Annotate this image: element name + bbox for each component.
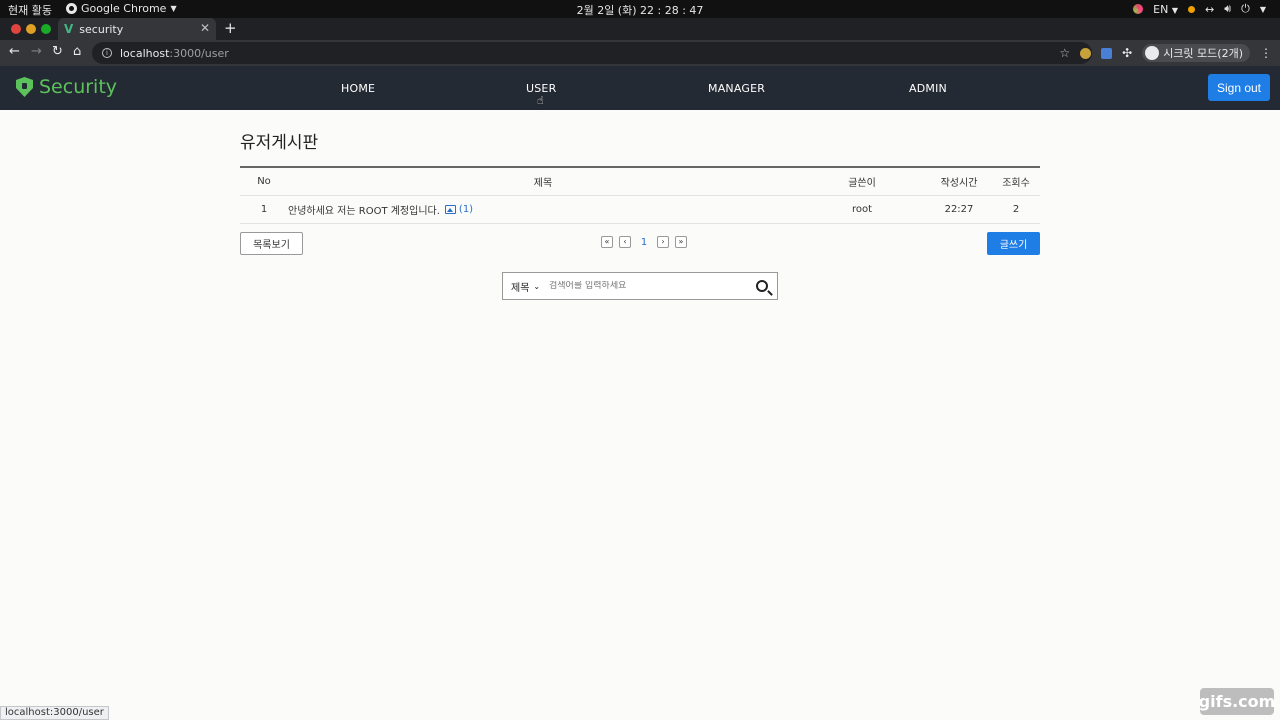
chevron-down-icon[interactable]: ▼ [1260,5,1266,14]
url-host: localhost [120,46,170,60]
cell-time: 22:27 [944,204,974,215]
watermark: gifs.com [1199,688,1275,715]
write-button[interactable]: 글쓰기 [987,232,1040,255]
address-bar[interactable]: i localhost:3000/user [92,42,1092,64]
last-page-button[interactable]: » [675,236,687,248]
os-top-bar: 현재 활동 Google Chrome ▼ 2월 2일 (화) 22 : 28 … [0,0,1280,18]
bookmark-star-icon[interactable]: ☆ [1059,46,1070,60]
home-icon[interactable]: ⌂ [73,44,81,59]
brand-name: Security [39,76,118,98]
status-bar-url: localhost:3000/user [0,706,109,720]
url-path: :3000/user [169,46,229,60]
close-window-icon[interactable] [11,24,21,34]
cell-writer: root [851,204,873,215]
header-time: 작성시간 [940,178,978,189]
search-field-select[interactable]: 제목 ⌄ [503,279,549,294]
activities-button[interactable]: 현재 활동 [8,2,52,18]
list-button[interactable]: 목록보기 [240,232,303,255]
search-button[interactable] [747,273,777,299]
power-icon[interactable]: ⏻ [1241,2,1250,16]
close-tab-icon[interactable]: ✕ [200,21,210,35]
incognito-icon [1145,46,1160,60]
minimize-window-icon[interactable] [26,24,36,34]
main-content: 유저게시판 No 제목 글쓴이 작성시간 조회수 1 안녕하세요 저는 ROOT… [240,128,1040,300]
hand-cursor-icon: ☝ [537,94,544,107]
next-page-button[interactable]: › [657,236,669,248]
extension-icon[interactable] [1080,47,1092,59]
tab-title: security [79,22,124,36]
notification-dot-icon [1187,5,1195,13]
back-icon[interactable]: ← [9,44,20,59]
info-icon[interactable]: i [102,48,112,58]
table-row[interactable]: 1 안녕하세요 저는 ROOT 계정입니다. (1) root 22:27 2 [240,196,1040,224]
menu-icon[interactable]: ⋮ [1260,46,1272,60]
app-navbar: Security HOME USER MANAGER ADMIN Sign ou… [0,66,1280,110]
nav-manager[interactable]: MANAGER [708,82,765,95]
pagination: « ‹ 1 › » [601,236,687,248]
cell-views: 2 [1012,204,1020,215]
search-form: 제목 ⌄ [502,272,778,300]
tab-strip: V security ✕ + [0,18,1280,40]
shield-icon [16,77,33,97]
brand-logo[interactable]: Security [16,76,117,98]
new-tab-button[interactable]: + [224,19,237,37]
cell-no: 1 [260,204,268,215]
post-title-link[interactable]: 안녕하세요 저는 ROOT 계정입니다. [288,202,440,217]
incognito-label: 시크릿 모드(2개) [1163,47,1243,60]
language-indicator[interactable]: EN ▼ [1153,3,1178,16]
forward-icon[interactable]: → [31,44,42,59]
page-number[interactable]: 1 [637,237,651,248]
first-page-button[interactable]: « [601,236,613,248]
browser-toolbar: ← → ↻ ⌂ i localhost:3000/user ☆ ✣ 시크릿 모드… [0,40,1280,66]
sign-out-button[interactable]: Sign out [1208,74,1270,101]
app-name: Google Chrome [81,2,167,15]
search-field-value: 제목 [511,282,530,294]
page-title: 유저게시판 [240,133,319,153]
volume-icon[interactable]: 🔊︎ [1224,2,1231,16]
header-views: 조회수 [1002,178,1030,189]
tab-security[interactable]: V security ✕ [58,18,216,40]
puzzle-extensions-icon[interactable]: ✣ [1122,46,1132,60]
language-label: EN [1153,2,1169,16]
chevron-down-icon: ▼ [1171,5,1178,15]
board-actions: 목록보기 « ‹ 1 › » 글쓰기 [240,232,1040,255]
table-header: No 제목 글쓴이 작성시간 조회수 [240,168,1040,196]
translate-extension-icon[interactable] [1101,47,1113,59]
reload-icon[interactable]: ↻ [52,44,63,59]
clock[interactable]: 2월 2일 (화) 22 : 28 : 47 [577,4,704,17]
chrome-icon [66,3,77,14]
nav-home[interactable]: HOME [341,82,375,95]
header-title: 제목 [533,178,553,189]
color-app-icon[interactable] [1133,4,1144,14]
prev-page-button[interactable]: ‹ [619,236,631,248]
nav-admin[interactable]: ADMIN [909,82,947,95]
header-no: No [257,176,271,187]
chevron-down-icon: ▼ [170,4,177,13]
incognito-indicator[interactable]: 시크릿 모드(2개) [1142,44,1250,62]
network-icon[interactable]: ↔ [1205,3,1214,16]
post-table: No 제목 글쓴이 작성시간 조회수 1 안녕하세요 저는 ROOT 계정입니다… [240,166,1040,224]
image-attachment-icon [444,205,456,214]
vue-favicon-icon: V [64,22,74,36]
search-input[interactable] [549,281,747,291]
comment-count: (1) [458,204,474,215]
maximize-window-icon[interactable] [41,24,51,34]
search-icon [756,280,768,292]
cell-title[interactable]: 안녕하세요 저는 ROOT 계정입니다. (1) [288,202,798,217]
header-writer: 글쓴이 [848,178,876,189]
chevron-down-icon: ⌄ [533,281,541,291]
app-menu[interactable]: Google Chrome ▼ [66,2,177,15]
